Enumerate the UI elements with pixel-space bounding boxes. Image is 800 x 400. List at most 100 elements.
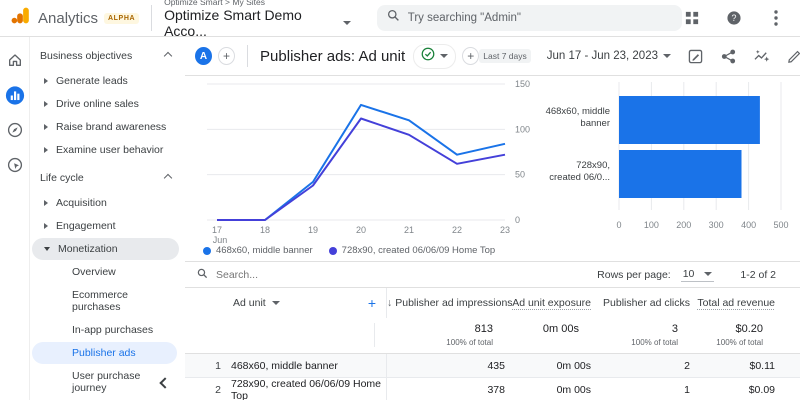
advertising-icon[interactable] [5, 155, 25, 175]
sidebar-item-label: Drive online sales [56, 98, 139, 110]
report-header: A + Publisher ads: Ad unit + Last 7 days… [185, 37, 800, 75]
collapse-arrow-icon [44, 247, 50, 251]
charts-panel: 0 50 100 150 17 Jun 18 19 20 21 22 23 468x60, middl… [185, 75, 800, 261]
table-toolbar: Rows per page: 10 1-2 of 2 [185, 262, 800, 288]
search-icon [197, 268, 208, 282]
sidebar-item-engagement[interactable]: Engagement [32, 215, 179, 237]
svg-text:22: 22 [452, 225, 462, 235]
svg-text:500: 500 [773, 220, 788, 230]
breadcrumb-section: My Sites [232, 0, 265, 7]
reports-icon[interactable] [5, 85, 25, 105]
section-life-cycle[interactable]: Life cycle [30, 165, 185, 191]
row-number: 2 [197, 384, 231, 396]
report-sidenav: Business objectives Generate leads Drive… [30, 37, 185, 400]
chevron-up-icon [164, 52, 172, 60]
add-report-button[interactable]: + [462, 47, 479, 65]
table-row[interactable]: 2 728x90, created 06/06/09 Home Top 378 … [185, 378, 800, 400]
chevron-left-icon [159, 377, 170, 388]
svg-text:300: 300 [709, 220, 724, 230]
report-table: Rows per page: 10 1-2 of 2 Ad unit [185, 261, 800, 400]
account-switcher[interactable]: Optimize Smart > My Sites Optimize Smart… [164, 0, 351, 39]
sidebar-item-monetization[interactable]: Monetization [32, 238, 179, 260]
rows-per-page-select[interactable]: 10 [681, 267, 715, 282]
edit-chart-icon[interactable] [687, 48, 704, 65]
legend-label: 728x90, created 06/06/09 Home Top [342, 245, 496, 256]
sidebar-item-generate-leads[interactable]: Generate leads [32, 70, 179, 92]
totals-exposure: 0m 00s [493, 323, 579, 335]
ad-unit-cell: 728x90, created 06/06/09 Home Top [231, 378, 387, 400]
explore-icon[interactable] [5, 120, 25, 140]
help-icon[interactable]: ? [724, 8, 744, 28]
alpha-badge: ALPHA [104, 13, 139, 24]
column-label: Ad unit [233, 297, 266, 309]
column-label: Total ad revenue [697, 297, 775, 309]
collapse-left-icon[interactable] [161, 378, 169, 390]
breadcrumb-org: Optimize Smart [164, 0, 223, 7]
add-comparison-button[interactable]: + [218, 47, 235, 65]
row-number: 1 [197, 360, 231, 372]
insights-icon[interactable] [753, 48, 770, 65]
sidebar-item-user-purchase-journey[interactable]: User purchase journey [32, 365, 177, 399]
table-search-input[interactable] [216, 269, 396, 281]
svg-text:20: 20 [356, 225, 366, 235]
top-app-bar: Analytics ALPHA Optimize Smart > My Site… [0, 0, 800, 37]
column-header-exposure[interactable]: Ad unit exposure [505, 297, 591, 309]
ad-unit-cell: 468x60, middle banner [231, 354, 387, 377]
svg-text:50: 50 [515, 170, 525, 180]
svg-text:19: 19 [308, 225, 318, 235]
chevron-down-icon[interactable] [440, 54, 448, 58]
legend-item: 468x60, middle banner [203, 245, 313, 256]
sidebar-item-label: Examine user behavior [56, 144, 163, 156]
totals-dimension-cell [219, 323, 375, 347]
svg-text:?: ? [732, 13, 737, 23]
section-label: Life cycle [40, 172, 84, 184]
chevron-down-icon [343, 21, 351, 25]
column-header-clicks[interactable]: Publisher ad clicks [591, 297, 690, 309]
sidebar-item-label: Acquisition [56, 197, 107, 209]
edit-pencil-icon[interactable] [786, 48, 800, 65]
date-range-picker[interactable]: Jun 17 - Jun 23, 2023 [547, 50, 671, 62]
line-chart-svg: 05010015017Jun18 19 20 21 22 23 [191, 80, 537, 244]
sidebar-item-ecommerce-purchases[interactable]: Ecommerce purchases [32, 284, 177, 318]
column-header-impressions[interactable]: ↓ Publisher ad impressions [387, 297, 505, 309]
sidebar-item-overview[interactable]: Overview [32, 261, 177, 283]
table-header-row: Ad unit + ↓ Publisher ad impressions Ad u… [185, 288, 800, 318]
search-icon [387, 9, 400, 27]
share-icon[interactable] [720, 48, 737, 65]
clicks-cell: 2 [591, 360, 690, 372]
sidebar-item-raise-brand-awareness[interactable]: Raise brand awareness [32, 116, 179, 138]
column-header-ad-unit[interactable]: Ad unit + [231, 288, 387, 318]
sidebar-item-drive-online-sales[interactable]: Drive online sales [32, 93, 179, 115]
rows-per-page-value: 10 [683, 268, 695, 280]
pagination-label: 1-2 of 2 [740, 269, 776, 281]
date-preset-badge: Last 7 days [479, 49, 530, 63]
legend-dot-series2 [329, 247, 337, 255]
home-icon[interactable] [5, 50, 25, 70]
global-search[interactable] [377, 5, 682, 31]
breadcrumb-separator-icon: > [225, 0, 230, 7]
legend-label: 468x60, middle banner [216, 245, 313, 256]
comparison-chip-all-users[interactable]: A [195, 47, 212, 65]
expand-arrow-icon [44, 147, 48, 153]
sidebar-item-acquisition[interactable]: Acquisition [32, 192, 179, 214]
sidebar-item-examine-user-behavior[interactable]: Examine user behavior [32, 139, 179, 161]
add-column-button[interactable]: + [368, 295, 376, 311]
svg-text:banner: banner [580, 118, 610, 129]
date-range-label: Jun 17 - Jun 23, 2023 [547, 50, 658, 62]
svg-text:200: 200 [676, 220, 691, 230]
revenue-cell: $0.09 [690, 384, 775, 396]
brand-name: Analytics [38, 10, 98, 27]
column-label: Ad unit exposure [512, 297, 591, 309]
svg-text:18: 18 [260, 225, 270, 235]
section-business-objectives[interactable]: Business objectives [30, 43, 185, 69]
sidebar-item-publisher-ads[interactable]: Publisher ads [32, 342, 177, 364]
svg-text:Jun: Jun [213, 235, 228, 244]
table-row[interactable]: 1 468x60, middle banner 435 0m 00s 2 $0.… [185, 354, 800, 378]
brand[interactable]: Analytics ALPHA [10, 5, 139, 31]
apps-grid-icon[interactable] [682, 8, 702, 28]
sidebar-item-in-app-purchases[interactable]: In-app purchases [32, 319, 177, 341]
search-input[interactable] [408, 12, 672, 24]
impressions-cell: 435 [387, 360, 505, 372]
kebab-menu-icon[interactable] [766, 8, 786, 28]
column-header-revenue[interactable]: Total ad revenue [690, 297, 775, 309]
